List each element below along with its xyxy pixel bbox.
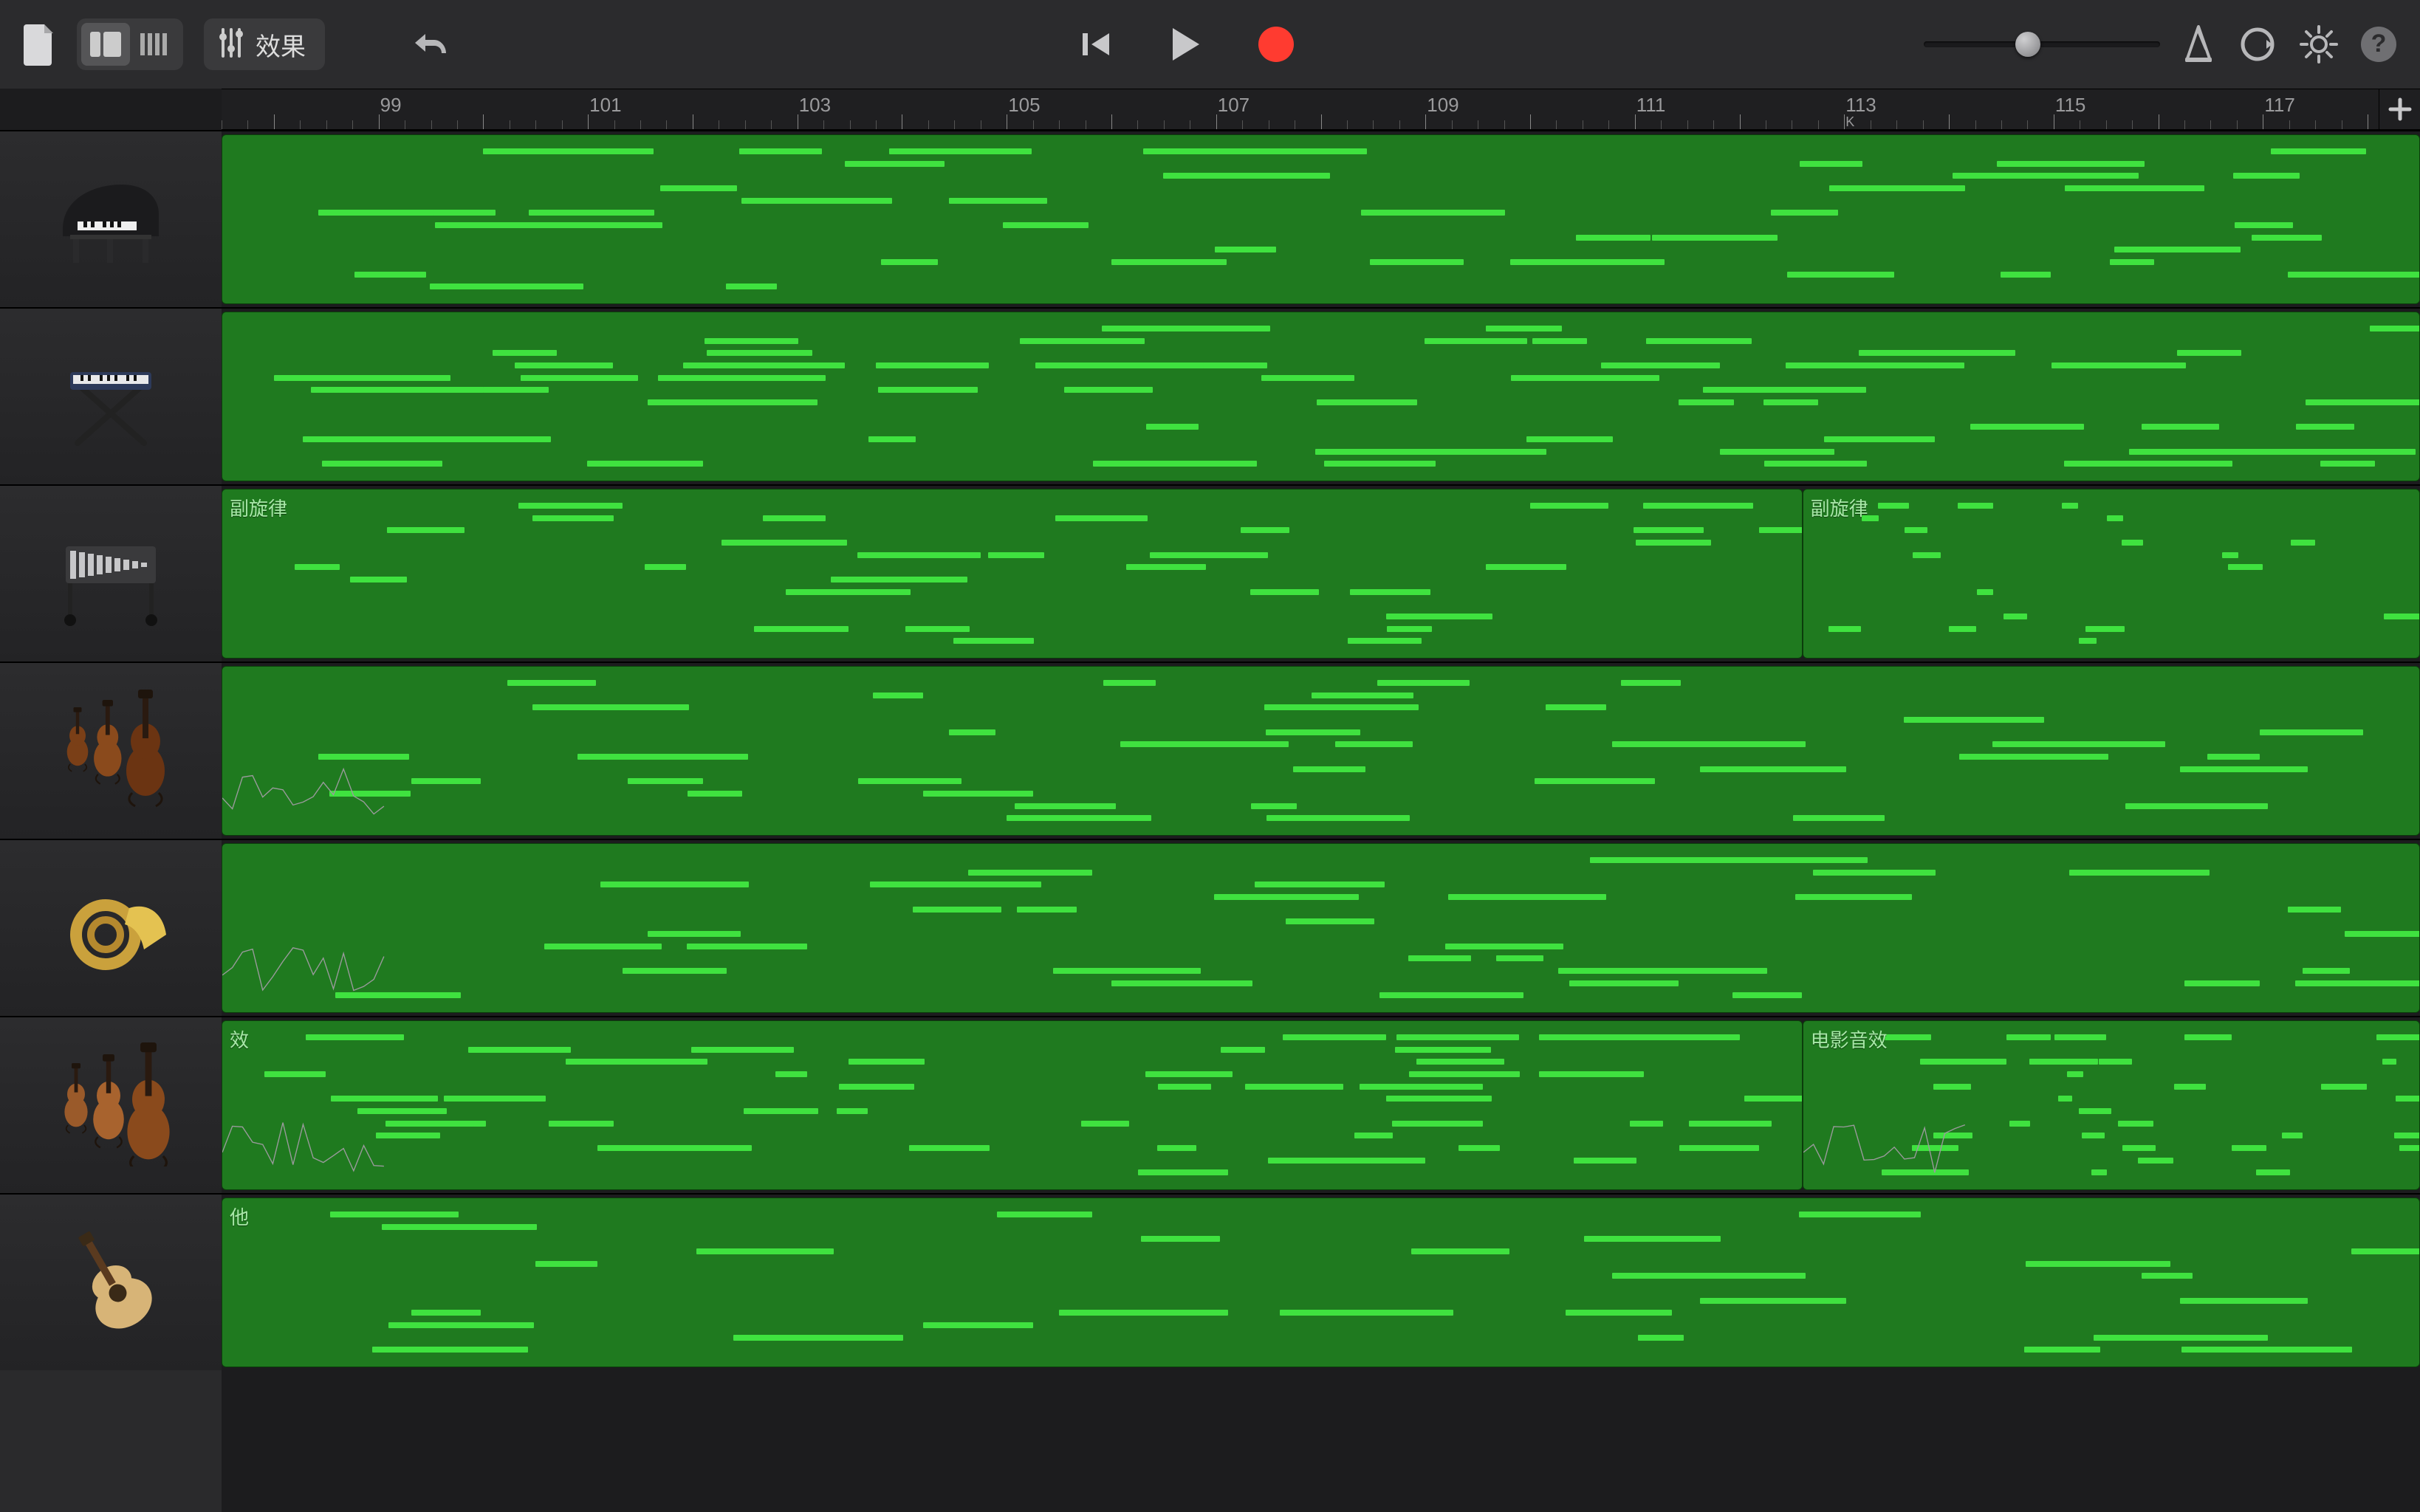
svg-text:?: ? [2371, 30, 2387, 58]
ruler-label: 99 [380, 94, 402, 117]
ruler-label: 109 [1427, 94, 1458, 117]
region-label: 效 [230, 1025, 249, 1053]
effects-label: 效果 [256, 27, 306, 63]
record-button[interactable] [1257, 18, 1295, 70]
ruler-label: 113 [1845, 94, 1876, 117]
cello-section-icon [48, 1041, 174, 1170]
track-lane-piano[interactable] [222, 130, 2420, 307]
ruler-label: 101 [589, 94, 621, 117]
region-label: 电影音效 [1811, 1025, 1888, 1053]
region[interactable]: 他 [222, 1197, 2420, 1367]
region-label: 副旋律 [1811, 494, 1868, 521]
synth-keyboard-icon [48, 332, 174, 461]
loop-button[interactable] [2237, 18, 2278, 70]
string-section-icon [48, 687, 174, 816]
settings-button[interactable] [2299, 18, 2339, 70]
view-toggle [77, 18, 183, 70]
track-lane-horn[interactable] [222, 839, 2420, 1016]
new-project-button[interactable] [22, 18, 56, 70]
track-header-strings[interactable] [0, 662, 222, 839]
track-lane-keys[interactable] [222, 307, 2420, 484]
vibraphone-icon [48, 509, 174, 639]
rewind-button[interactable] [1080, 18, 1114, 70]
ruler-label: 115 [2055, 94, 2085, 117]
region-label: 副旋律 [230, 494, 287, 521]
ruler-label: 111 [1636, 94, 1666, 117]
region[interactable]: 副旋律 [222, 489, 1803, 659]
track-lane-guitar[interactable]: 他 [222, 1193, 2420, 1370]
transport [1080, 18, 1295, 70]
zoom-slider[interactable] [1924, 34, 2160, 55]
track-header-keys[interactable] [0, 307, 222, 484]
region[interactable] [222, 312, 2420, 481]
french-horn-icon [48, 864, 174, 993]
region[interactable] [222, 134, 2420, 304]
ruler-label: 117 [2264, 94, 2294, 117]
tracks-view-button[interactable] [81, 23, 130, 66]
region-label: 他 [230, 1203, 249, 1230]
region[interactable]: 效 [222, 1020, 1803, 1190]
undo-button[interactable] [411, 18, 450, 70]
ruler-label: 105 [1008, 94, 1040, 117]
arrange-area: 副旋律 副旋律效 电影音效他 [0, 130, 2420, 1512]
track-header-guitar[interactable] [0, 1193, 222, 1370]
play-button[interactable] [1170, 18, 1201, 70]
mixer-icon [217, 27, 245, 63]
ruler-marker: K [1845, 114, 1854, 130]
track-lane-strings[interactable] [222, 662, 2420, 839]
toolbar: 效果 [0, 0, 2420, 89]
effects-button[interactable]: 效果 [204, 18, 325, 70]
track-header-cellos[interactable] [0, 1016, 222, 1193]
track-header-piano[interactable] [0, 130, 222, 307]
grand-piano-icon [48, 155, 174, 284]
add-track-button[interactable] [2379, 89, 2420, 129]
metronome-button[interactable] [2181, 18, 2216, 70]
timeline[interactable]: 副旋律 副旋律效 电影音效他 [222, 130, 2420, 1512]
track-header-vibes[interactable] [0, 484, 222, 662]
help-button[interactable]: ? [2359, 18, 2398, 70]
region[interactable] [222, 666, 2420, 836]
ruler-label: 103 [799, 94, 831, 117]
region[interactable]: 副旋律 [1803, 489, 2420, 659]
track-lane-cellos[interactable]: 效 电影音效 [222, 1016, 2420, 1193]
track-header-horn[interactable] [0, 839, 222, 1016]
ruler[interactable]: 99 101 103 105 107 109 111 113 115 117 K [222, 89, 2420, 130]
track-lane-vibes[interactable]: 副旋律 副旋律 [222, 484, 2420, 662]
track-headers [0, 130, 222, 1512]
region[interactable]: 电影音效 [1803, 1020, 2420, 1190]
region[interactable] [222, 843, 2420, 1013]
zoom-thumb[interactable] [2015, 32, 2040, 57]
editor-view-button[interactable] [130, 23, 179, 66]
acoustic-guitar-icon [48, 1218, 174, 1347]
ruler-label: 107 [1218, 94, 1250, 117]
